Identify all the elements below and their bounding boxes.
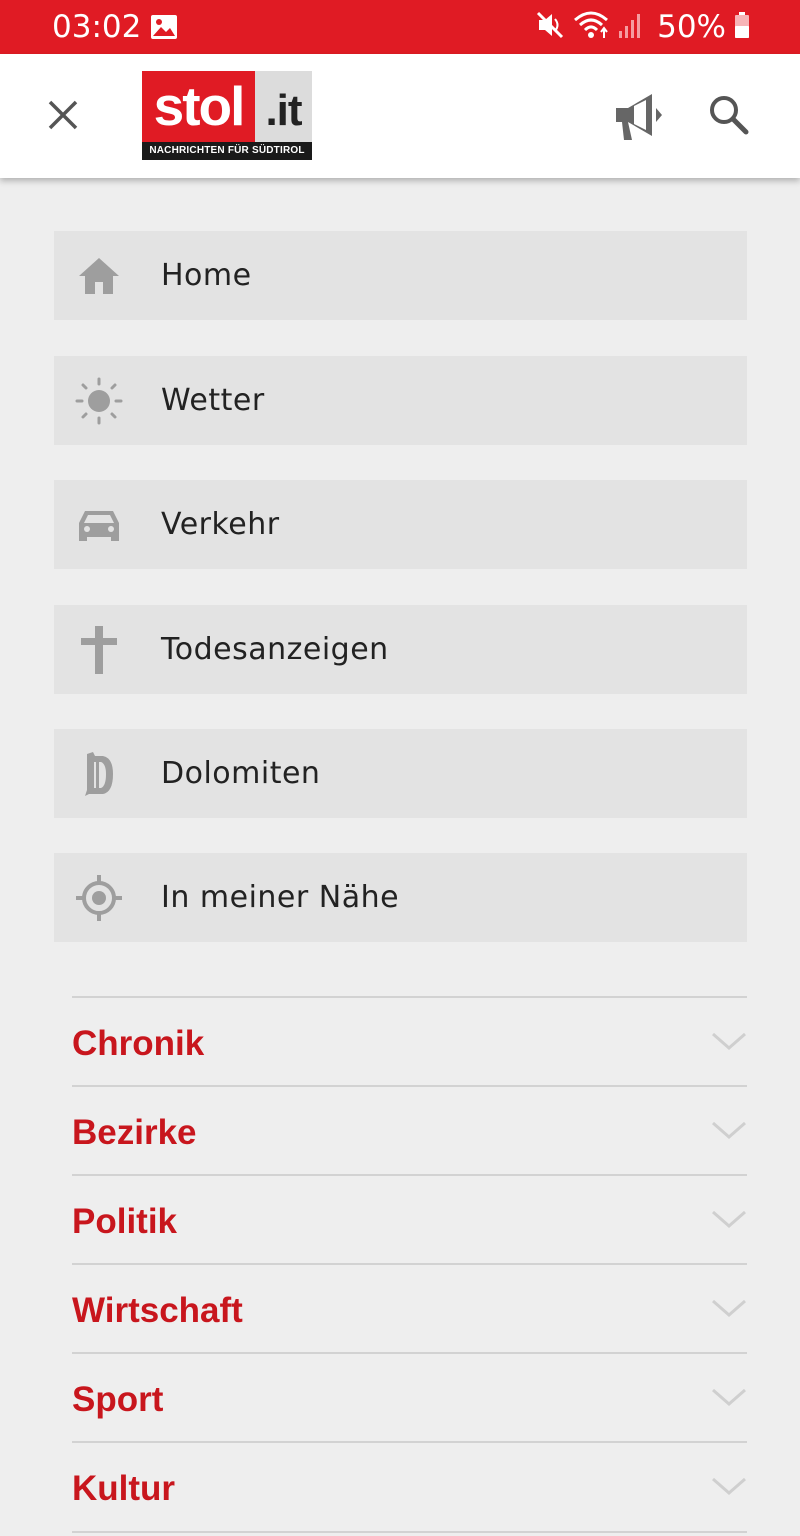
- home-icon: [74, 251, 123, 300]
- cross-icon: [74, 625, 123, 674]
- menu-item-dolomiten[interactable]: Dolomiten: [54, 729, 747, 818]
- megaphone-icon: [616, 94, 662, 140]
- section-label: Chronik: [72, 1024, 205, 1063]
- menu-item-label: Wetter: [161, 383, 265, 418]
- section-label: Bezirke: [72, 1113, 197, 1152]
- menu-item-label: Dolomiten: [161, 756, 321, 791]
- gallery-icon: [150, 14, 178, 44]
- section-label: Kultur: [72, 1469, 176, 1508]
- stol-logo[interactable]: stol .it NACHRICHTEN FÜR SÜDTIROL: [142, 71, 312, 160]
- signal-icon: [617, 11, 643, 43]
- search-icon: [710, 96, 749, 135]
- app-bar: stol .it NACHRICHTEN FÜR SÜDTIROL: [0, 54, 800, 178]
- status-bar: 03:02 50%: [0, 0, 800, 54]
- status-indicators: 50%: [535, 8, 750, 46]
- search-button[interactable]: [704, 90, 754, 140]
- chevron-down-icon: [712, 1210, 746, 1228]
- menu-item-todesanzeigen[interactable]: Todesanzeigen: [54, 605, 747, 694]
- menu-item-label: Todesanzeigen: [161, 632, 389, 667]
- section-kultur[interactable]: Kultur: [72, 1441, 747, 1533]
- logo-tagline: NACHRICHTEN FÜR SÜDTIROL: [142, 142, 312, 160]
- section-label: Politik: [72, 1202, 178, 1241]
- menu-item-label: In meiner Nähe: [161, 880, 400, 915]
- sun-icon: [74, 376, 123, 425]
- chevron-down-icon: [712, 1299, 746, 1317]
- chevron-down-icon: [712, 1121, 746, 1139]
- menu-item-label: Home: [161, 258, 252, 293]
- battery-percent: 50%: [657, 9, 726, 45]
- megaphone-button[interactable]: [610, 86, 670, 146]
- section-sport[interactable]: Sport: [72, 1352, 747, 1442]
- location-target-icon: [74, 873, 123, 922]
- close-icon: [48, 100, 78, 130]
- section-bezirke[interactable]: Bezirke: [72, 1085, 747, 1175]
- car-icon: [74, 500, 123, 549]
- section-politik[interactable]: Politik: [72, 1174, 747, 1264]
- close-button[interactable]: [38, 90, 88, 140]
- logo-main-text: stol: [142, 71, 255, 142]
- status-time: 03:02: [52, 9, 142, 45]
- menu-item-label: Verkehr: [161, 507, 280, 542]
- dolomiten-d-icon: [74, 749, 123, 798]
- menu-item-in-meiner-naehe[interactable]: In meiner Nähe: [54, 853, 747, 942]
- menu-item-wetter[interactable]: Wetter: [54, 356, 747, 445]
- section-label: Wirtschaft: [72, 1291, 243, 1330]
- menu-item-verkehr[interactable]: Verkehr: [54, 480, 747, 569]
- mute-icon: [535, 10, 565, 44]
- chevron-down-icon: [712, 1388, 746, 1406]
- wifi-icon: [573, 10, 609, 44]
- section-chronik[interactable]: Chronik: [72, 996, 747, 1086]
- chevron-down-icon: [712, 1032, 746, 1050]
- logo-suffix-text: .it: [255, 71, 312, 142]
- menu-item-home[interactable]: Home: [54, 231, 747, 320]
- section-label: Sport: [72, 1380, 164, 1419]
- section-wirtschaft[interactable]: Wirtschaft: [72, 1263, 747, 1353]
- chevron-down-icon: [712, 1477, 746, 1495]
- battery-icon: [734, 11, 750, 43]
